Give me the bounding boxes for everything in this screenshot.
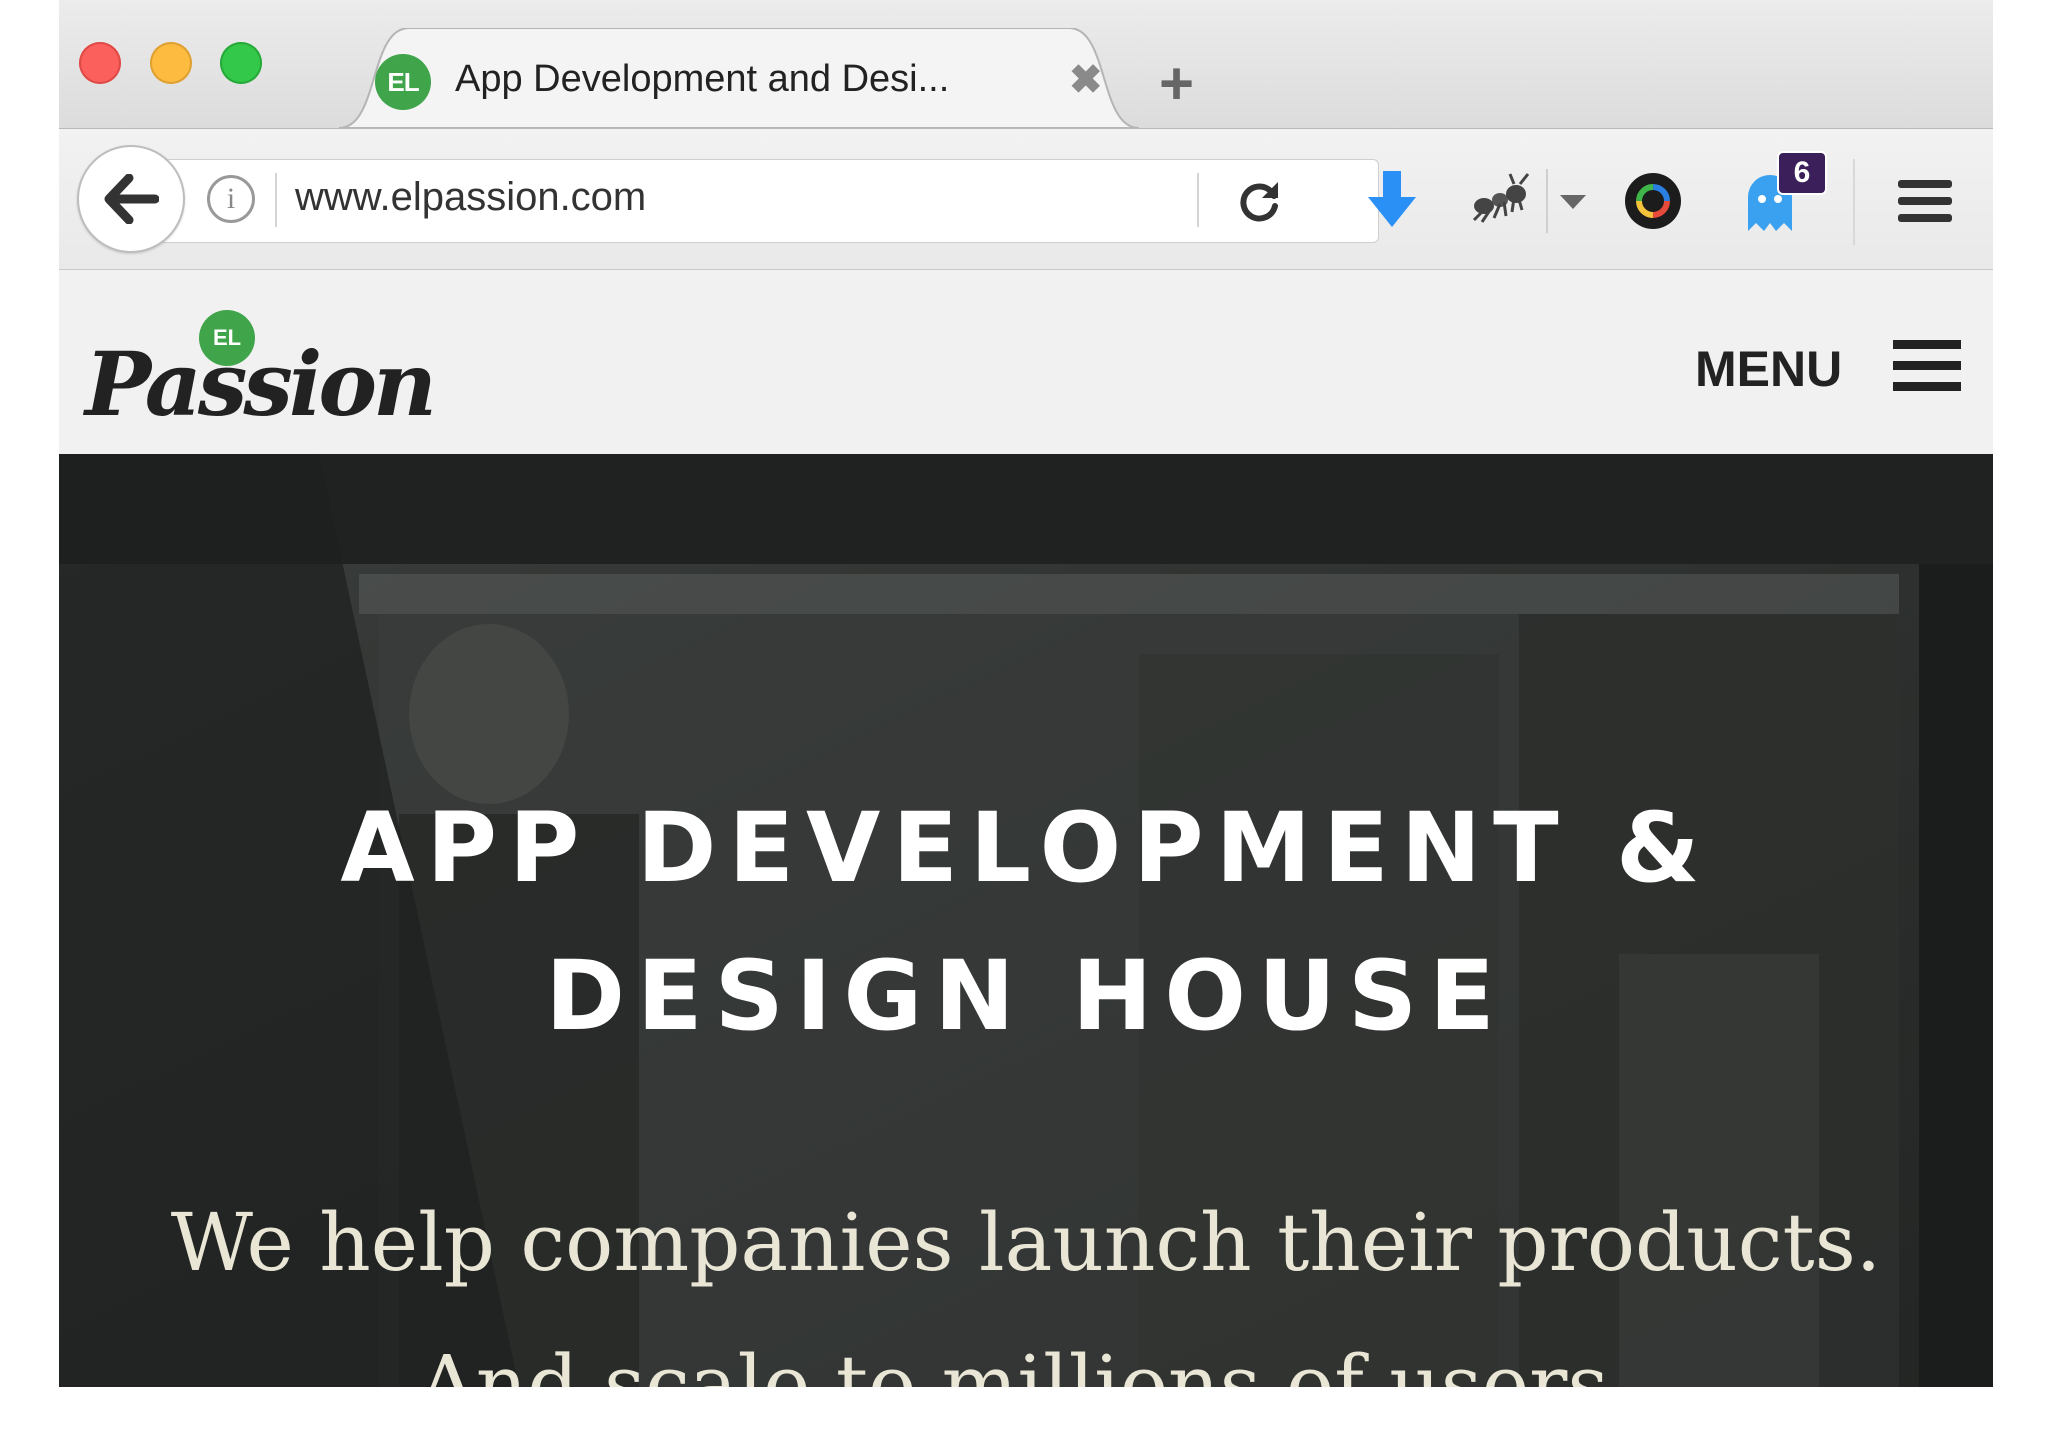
tab-favicon: EL: [375, 54, 431, 110]
toolbar-divider: [1546, 169, 1548, 233]
site-logo[interactable]: Passion EL: [79, 306, 437, 436]
site-info-icon[interactable]: i: [207, 175, 255, 223]
browser-window: EL App Development and Desi... ✖ + i www…: [59, 0, 1993, 1387]
hero-title-line: APP DEVELOPMENT &: [340, 792, 1712, 904]
site-header: Passion EL MENU: [59, 270, 1993, 454]
tab-close-icon[interactable]: ✖: [1069, 56, 1103, 104]
toolbar-divider: [1853, 159, 1855, 245]
url-input[interactable]: www.elpassion.com: [295, 175, 646, 220]
menu-button-label[interactable]: MENU: [1695, 340, 1842, 398]
hamburger-menu-icon[interactable]: [1895, 173, 1955, 229]
url-divider: [275, 173, 277, 227]
hero-title: APP DEVELOPMENT & DESIGN HOUSE: [59, 774, 1993, 1070]
close-window-button[interactable]: [79, 42, 121, 84]
zoom-window-button[interactable]: [220, 42, 262, 84]
hamburger-menu-icon[interactable]: [1891, 336, 1963, 396]
url-divider: [1197, 173, 1199, 227]
notification-badge: 6: [1777, 151, 1827, 195]
back-arrow-icon: [104, 174, 159, 224]
tab-strip: EL App Development and Desi... ✖ +: [59, 0, 1993, 128]
hero-subtitle-line: We help companies launch their products.: [170, 1196, 1882, 1289]
minimize-window-button[interactable]: [150, 42, 192, 84]
navigation-toolbar: i www.elpassion.com 6: [59, 128, 1993, 270]
hero-subtitle: We help companies launch their products.…: [59, 1172, 1993, 1387]
logo-wordmark: Passion: [85, 332, 437, 436]
hero-subtitle-line: And scale to millions of users.: [418, 1338, 1634, 1387]
ant-extension-icon[interactable]: [1459, 165, 1539, 235]
back-button[interactable]: [77, 145, 185, 253]
hero-section: APP DEVELOPMENT & DESIGN HOUSE We help c…: [59, 454, 1993, 1387]
tab-title[interactable]: App Development and Desi...: [455, 58, 949, 101]
reload-icon: [1240, 182, 1278, 222]
chevron-down-icon[interactable]: [1551, 179, 1595, 223]
logo-badge: EL: [199, 310, 255, 366]
download-icon[interactable]: [1357, 165, 1427, 235]
hero-title-line: DESIGN HOUSE: [545, 940, 1507, 1052]
reload-button[interactable]: [1227, 169, 1291, 233]
new-tab-button[interactable]: +: [1159, 54, 1194, 114]
color-picker-icon[interactable]: [1621, 169, 1685, 233]
